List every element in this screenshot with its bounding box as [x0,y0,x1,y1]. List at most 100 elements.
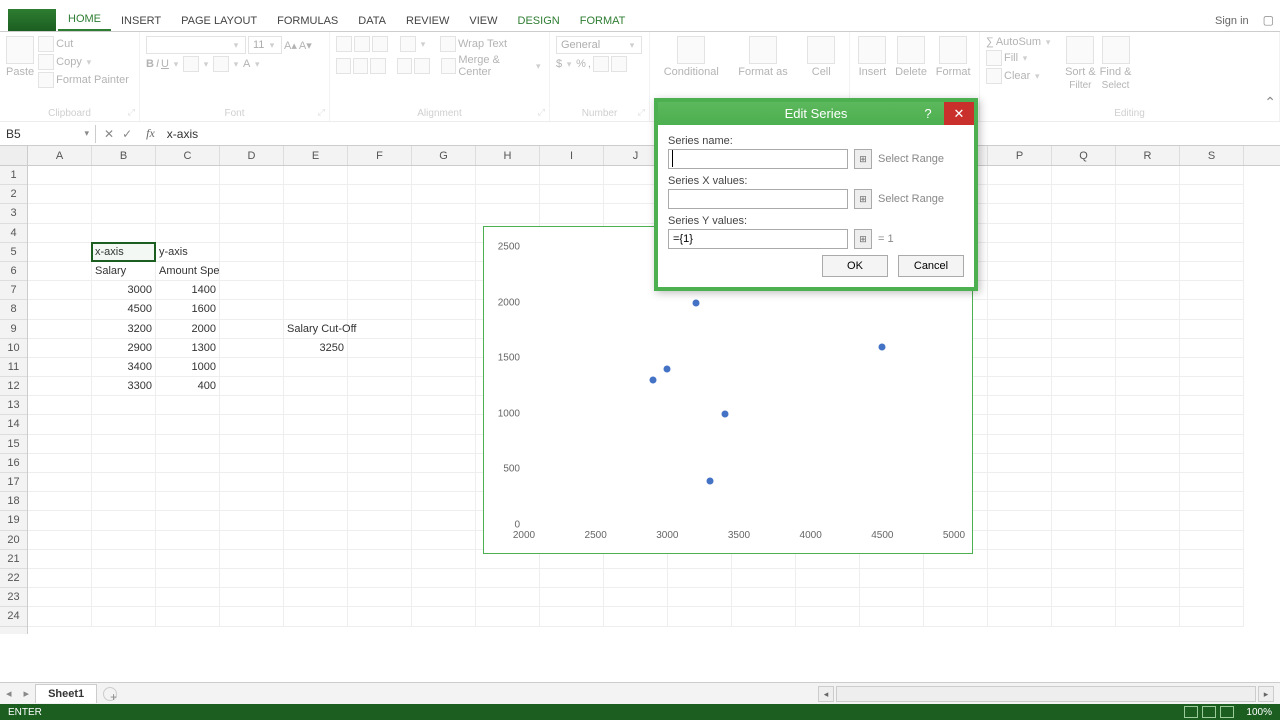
cell[interactable] [1180,588,1244,607]
cell[interactable] [988,511,1052,530]
insert-cells-icon[interactable] [858,36,886,64]
cell[interactable] [1116,166,1180,185]
cell[interactable] [412,531,476,550]
cell[interactable] [284,607,348,626]
cell[interactable] [796,607,860,626]
cell[interactable] [412,320,476,339]
cell[interactable]: 3400 [92,358,156,377]
align-middle-icon[interactable] [354,36,370,52]
underline-button[interactable]: U [161,58,169,70]
cell[interactable] [28,454,92,473]
cell[interactable] [1180,339,1244,358]
cell[interactable] [1052,511,1116,530]
cell[interactable] [284,569,348,588]
cell[interactable] [28,262,92,281]
cell[interactable] [988,531,1052,550]
cell[interactable] [220,224,284,243]
cell[interactable] [92,204,156,223]
cell[interactable] [348,339,412,358]
cell[interactable] [28,243,92,262]
cell[interactable] [1116,300,1180,319]
cell[interactable] [156,435,220,454]
cell[interactable] [92,531,156,550]
italic-button[interactable]: I [156,58,159,70]
cell[interactable] [1116,607,1180,626]
cell[interactable] [28,569,92,588]
currency-button[interactable]: $ [556,58,562,70]
cell[interactable] [988,415,1052,434]
cell[interactable] [604,588,668,607]
tab-data[interactable]: DATA [348,11,396,31]
cell[interactable]: 3300 [92,377,156,396]
cell[interactable] [1180,550,1244,569]
cell[interactable] [220,339,284,358]
conditional-formatting-button[interactable]: Conditional [664,66,719,78]
cell[interactable] [348,492,412,511]
sheet-nav-prev-icon[interactable]: ◂ [0,687,18,700]
cell[interactable] [412,224,476,243]
view-normal-icon[interactable] [1184,706,1198,718]
cell[interactable] [156,204,220,223]
cell[interactable] [1180,281,1244,300]
cell[interactable] [220,435,284,454]
cell[interactable] [92,435,156,454]
cell[interactable] [540,204,604,223]
cell[interactable] [1180,473,1244,492]
cell[interactable] [220,588,284,607]
font-name-combo[interactable]: ▾ [146,36,246,54]
chart-point[interactable] [650,377,657,384]
cell[interactable] [1052,166,1116,185]
cell[interactable] [1180,454,1244,473]
cell[interactable] [28,339,92,358]
cell[interactable] [796,569,860,588]
cell[interactable] [92,550,156,569]
column-header[interactable]: R [1116,146,1180,165]
cell[interactable] [412,454,476,473]
cell[interactable] [1116,492,1180,511]
tab-page-layout[interactable]: PAGE LAYOUT [171,11,267,31]
cell[interactable] [348,588,412,607]
cell[interactable]: 1400 [156,281,220,300]
cell[interactable]: 3250 [284,339,348,358]
chart-point[interactable] [707,477,714,484]
cell[interactable] [284,262,348,281]
cell[interactable] [412,550,476,569]
cell[interactable]: 3000 [92,281,156,300]
cell[interactable] [92,224,156,243]
cell[interactable] [1052,454,1116,473]
row-header[interactable]: 23 [0,588,27,607]
cell[interactable] [732,569,796,588]
cell[interactable] [412,511,476,530]
row-header[interactable]: 13 [0,396,27,415]
column-header[interactable]: E [284,146,348,165]
series-name-range-picker[interactable]: ⊞ [854,149,872,169]
cell[interactable] [540,569,604,588]
cell[interactable] [220,473,284,492]
cell[interactable] [220,243,284,262]
cancel-button[interactable]: Cancel [898,255,964,277]
cell[interactable] [988,243,1052,262]
cell[interactable] [220,204,284,223]
cell[interactable] [1116,435,1180,454]
tab-review[interactable]: REVIEW [396,11,459,31]
chart-point[interactable] [879,344,886,351]
number-format-combo[interactable]: General▾ [556,36,642,54]
cell[interactable] [988,300,1052,319]
column-header[interactable]: I [540,146,604,165]
cell[interactable] [476,204,540,223]
cell[interactable] [28,473,92,492]
format-painter-button[interactable]: Format Painter [56,74,129,86]
cell[interactable] [988,607,1052,626]
cell[interactable] [284,511,348,530]
merge-icon[interactable] [441,58,456,74]
cell[interactable] [988,224,1052,243]
cell[interactable] [476,166,540,185]
cell[interactable] [540,166,604,185]
cell[interactable] [92,473,156,492]
cell[interactable] [28,492,92,511]
cell[interactable] [988,588,1052,607]
cell[interactable] [412,377,476,396]
cell[interactable]: 400 [156,377,220,396]
cell[interactable] [28,204,92,223]
cell[interactable]: Amount Spend [156,262,220,281]
